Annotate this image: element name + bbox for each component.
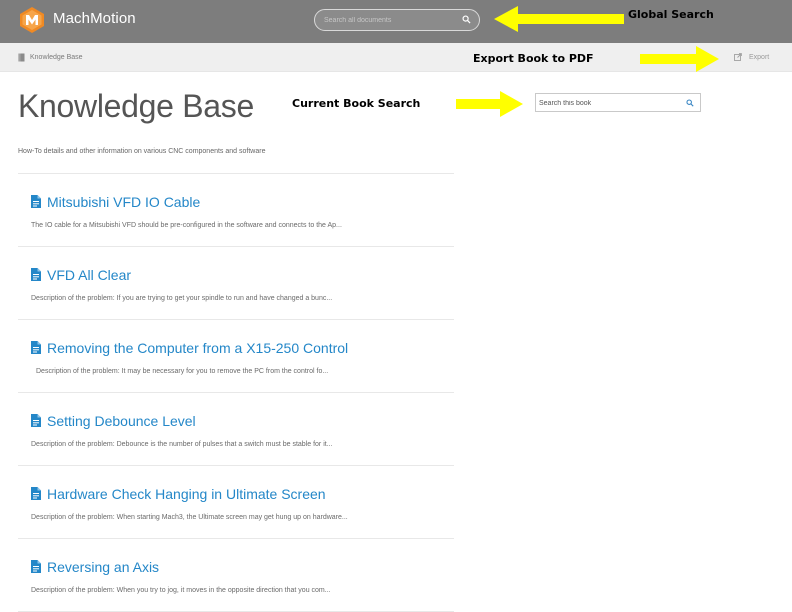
article-excerpt: Description of the problem: When startin… — [31, 514, 348, 521]
article-title[interactable]: Mitsubishi VFD IO Cable — [47, 194, 200, 210]
export-icon — [734, 53, 742, 61]
article-excerpt: Description of the problem: It may be ne… — [36, 368, 329, 375]
global-search-annotation: Global Search — [628, 8, 714, 21]
global-search-input[interactable] — [324, 13, 459, 27]
breadcrumb-label[interactable]: Knowledge Base — [30, 54, 83, 61]
list-item[interactable]: Reversing an Axis Description of the pro… — [18, 538, 454, 611]
article-title[interactable]: Removing the Computer from a X15-250 Con… — [47, 340, 348, 356]
list-item[interactable]: Hardware Check Hanging in Ultimate Scree… — [18, 465, 454, 538]
breadcrumb[interactable]: Knowledge Base — [18, 53, 83, 62]
search-icon[interactable] — [686, 99, 694, 107]
document-icon — [31, 341, 41, 354]
article-excerpt: The IO cable for a Mitsubishi VFD should… — [31, 222, 342, 229]
article-excerpt: Description of the problem: Debounce is … — [31, 441, 333, 448]
book-search-annotation: Current Book Search — [292, 97, 421, 110]
list-item[interactable]: Removing the Computer from a X15-250 Con… — [18, 319, 454, 392]
article-title[interactable]: VFD All Clear — [47, 267, 131, 283]
article-excerpt: Description of the problem: If you are t… — [31, 295, 333, 302]
book-description: How-To details and other information on … — [18, 148, 266, 155]
article-title[interactable]: Reversing an Axis — [47, 559, 159, 575]
page-title: Knowledge Base — [18, 88, 254, 124]
machmotion-logo-icon[interactable] — [19, 6, 45, 34]
export-button[interactable]: Export — [734, 53, 769, 61]
list-item[interactable]: VFD All Clear Description of the problem… — [18, 246, 454, 319]
document-icon — [31, 195, 41, 208]
article-title[interactable]: Hardware Check Hanging in Ultimate Scree… — [47, 486, 326, 502]
brand-name: MachMotion — [53, 10, 136, 27]
export-arrow-icon — [640, 46, 719, 72]
export-annotation: Export Book to PDF — [473, 52, 594, 65]
document-icon — [31, 560, 41, 573]
document-icon — [31, 268, 41, 281]
book-search-box[interactable] — [535, 93, 701, 112]
book-icon — [18, 53, 25, 62]
list-item[interactable]: Mitsubishi VFD IO Cable The IO cable for… — [18, 173, 454, 246]
book-search-arrow-icon — [456, 91, 523, 117]
document-icon — [31, 487, 41, 500]
article-list: Mitsubishi VFD IO Cable The IO cable for… — [18, 173, 454, 612]
global-search-arrow-icon — [494, 6, 624, 32]
top-header: MachMotion — [0, 0, 792, 43]
search-icon[interactable] — [462, 15, 471, 24]
export-label[interactable]: Export — [749, 54, 769, 61]
global-search-box[interactable] — [314, 9, 480, 31]
book-search-input[interactable] — [539, 97, 679, 109]
document-icon — [31, 414, 41, 427]
list-item[interactable]: Setting Debounce Level Description of th… — [18, 392, 454, 465]
article-excerpt: Description of the problem: When you try… — [31, 587, 331, 594]
article-title[interactable]: Setting Debounce Level — [47, 413, 196, 429]
